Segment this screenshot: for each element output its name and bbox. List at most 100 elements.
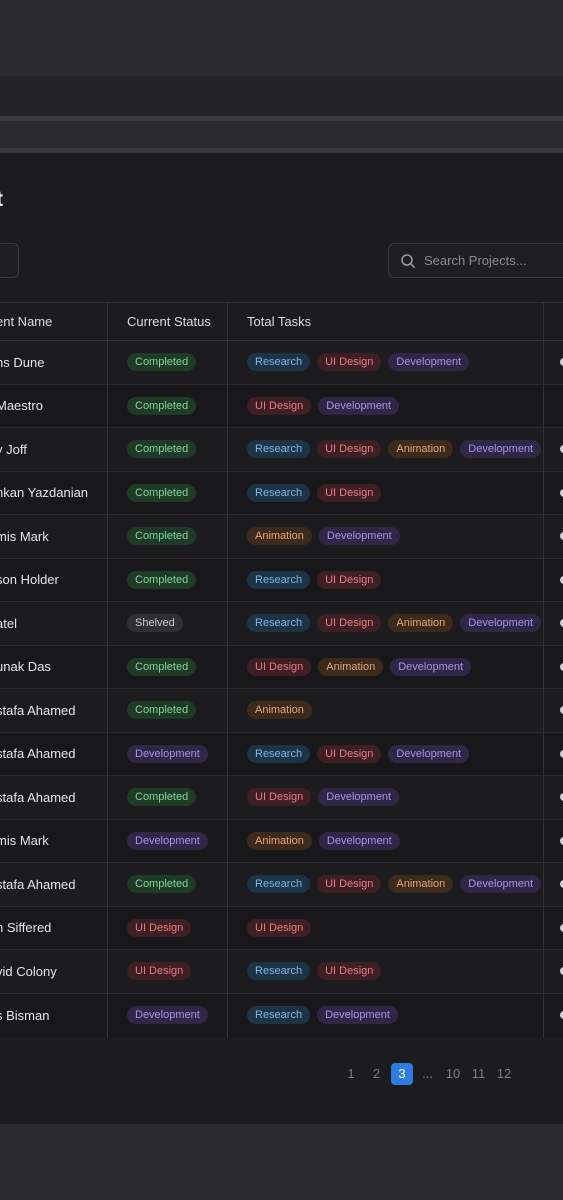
- status-cell: Development: [127, 994, 208, 1038]
- status-badge: Completed: [127, 657, 197, 676]
- client-name: Maestro: [0, 398, 43, 414]
- table-row[interactable]: unak Das Completed UI Design Animation Devel…: [0, 645, 563, 689]
- task-tag-research: Research: [247, 483, 311, 502]
- search-box[interactable]: [388, 243, 563, 278]
- task-tag-development: Development: [318, 831, 400, 850]
- status-cell: Completed: [127, 472, 197, 515]
- task-tag-research: Research: [247, 440, 311, 459]
- status-cell: Completed: [127, 428, 197, 471]
- task-tag-research: Research: [247, 962, 311, 981]
- table-row[interactable]: vid Colony UI Design Research UI Design: [0, 950, 563, 994]
- table-row[interactable]: s Bisman Development Research Development: [0, 993, 563, 1038]
- status-badge: Development: [127, 744, 208, 763]
- task-tag-ui-design: UI Design: [317, 353, 382, 372]
- tasks-cell: Research UI Design Animation Development: [247, 428, 542, 471]
- task-tag-development: Development: [318, 527, 400, 546]
- tasks-cell: Research UI Design Development: [247, 341, 470, 384]
- task-tag-animation: Animation: [388, 440, 454, 459]
- client-name: mis Mark: [0, 528, 49, 544]
- client-name: stafa Ahamed: [0, 702, 76, 718]
- task-tag-ui-design: UI Design: [317, 744, 382, 763]
- status-cell: Completed: [127, 385, 197, 428]
- tasks-cell: UI Design Development: [247, 385, 400, 428]
- client-name: nkan Yazdanian: [0, 485, 89, 501]
- table-row[interactable]: stafa Ahamed Completed Animation: [0, 689, 563, 733]
- search-icon: [401, 253, 415, 268]
- page-button[interactable]: 2: [366, 1063, 388, 1085]
- status-cell: Development: [127, 733, 208, 776]
- table-row[interactable]: stafa Ahamed Completed Research UI Design An…: [0, 863, 563, 907]
- table-row[interactable]: Maestro Completed UI Design Development: [0, 384, 563, 428]
- task-tag-animation: Animation: [388, 614, 454, 633]
- status-badge: Development: [127, 1006, 208, 1025]
- table-row[interactable]: mis Mark Development Animation Development: [0, 819, 563, 863]
- bottom-bar: [0, 1124, 563, 1200]
- client-name: unak Das: [0, 659, 51, 675]
- tasks-cell: Research UI Design: [247, 950, 382, 993]
- search-input[interactable]: [424, 253, 563, 268]
- column-header-tasks[interactable]: Total Tasks: [247, 303, 311, 341]
- status-cell: Completed: [127, 515, 197, 558]
- task-tag-research: Research: [247, 614, 311, 633]
- sub-bar: [0, 76, 563, 116]
- tasks-cell: Research UI Design: [247, 559, 382, 602]
- tasks-cell: Animation: [247, 689, 312, 732]
- table-row[interactable]: atel Shelved Research UI Design Animation Dev…: [0, 602, 563, 646]
- task-tag-ui-design: UI Design: [317, 614, 382, 633]
- status-cell: Completed: [127, 776, 197, 819]
- task-tag-development: Development: [390, 657, 472, 676]
- toolbar-strip: [0, 121, 563, 148]
- status-cell: UI Design: [127, 950, 192, 993]
- task-tag-ui-design: UI Design: [247, 918, 312, 937]
- status-badge: UI Design: [127, 918, 192, 937]
- client-name: ns Dune: [0, 354, 45, 370]
- page-button[interactable]: 3: [391, 1063, 413, 1085]
- task-tag-development: Development: [388, 744, 470, 763]
- status-badge: UI Design: [127, 962, 192, 981]
- status-badge: Completed: [127, 353, 197, 372]
- task-tag-ui-design: UI Design: [317, 875, 382, 894]
- table-row[interactable]: n Siffered UI Design UI Design: [0, 906, 563, 950]
- table-row[interactable]: y Joff Completed Research UI Design Animatio…: [0, 428, 563, 472]
- tasks-cell: UI Design Animation Development: [247, 646, 472, 689]
- status-badge: Development: [127, 831, 208, 850]
- status-badge: Completed: [127, 527, 197, 546]
- table-row[interactable]: son Holder Completed Research UI Design: [0, 558, 563, 602]
- task-tag-ui-design: UI Design: [317, 962, 382, 981]
- client-name: y Joff: [0, 441, 27, 457]
- task-tag-research: Research: [247, 744, 311, 763]
- client-name: stafa Ahamed: [0, 789, 76, 805]
- pagination-ellipsis: ...: [422, 1066, 433, 1081]
- task-tag-research: Research: [247, 570, 311, 589]
- table-header: ent Name Current Status Total Tasks: [0, 303, 563, 341]
- table-row[interactable]: stafa Ahamed Development Research UI Design…: [0, 732, 563, 776]
- status-cell: UI Design: [127, 907, 192, 950]
- column-header-status[interactable]: Current Status: [127, 303, 211, 341]
- status-badge: Completed: [127, 483, 197, 502]
- table-row[interactable]: mis Mark Completed Animation Development: [0, 515, 563, 559]
- tasks-cell: Animation Development: [247, 515, 400, 558]
- client-name: mis Mark: [0, 833, 49, 849]
- table-row[interactable]: nkan Yazdanian Completed Research UI Design: [0, 471, 563, 515]
- page-button[interactable]: 10: [442, 1063, 464, 1085]
- table-row[interactable]: stafa Ahamed Completed UI Design Developmen…: [0, 776, 563, 820]
- task-tag-development: Development: [317, 1006, 398, 1025]
- status-cell: Completed: [127, 863, 197, 906]
- filter-button[interactable]: [0, 243, 19, 278]
- page-button[interactable]: 11: [468, 1063, 490, 1085]
- status-badge: Completed: [127, 440, 197, 459]
- status-cell: Completed: [127, 559, 197, 602]
- page-button[interactable]: 12: [493, 1063, 515, 1085]
- column-header-name[interactable]: ent Name: [0, 303, 52, 341]
- tasks-cell: UI Design Development: [247, 776, 400, 819]
- page-button[interactable]: 1: [340, 1063, 362, 1085]
- projects-table: ent Name Current Status Total Tasks ns D…: [0, 302, 563, 1038]
- task-tag-animation: Animation: [388, 875, 454, 894]
- task-tag-animation: Animation: [247, 527, 312, 546]
- status-badge: Completed: [127, 701, 197, 720]
- table-row[interactable]: ns Dune Completed Research UI Design Develop…: [0, 341, 563, 385]
- client-name: stafa Ahamed: [0, 746, 76, 762]
- task-tag-development: Development: [460, 614, 542, 633]
- task-tag-animation: Animation: [247, 831, 312, 850]
- column-divider: [227, 303, 228, 1038]
